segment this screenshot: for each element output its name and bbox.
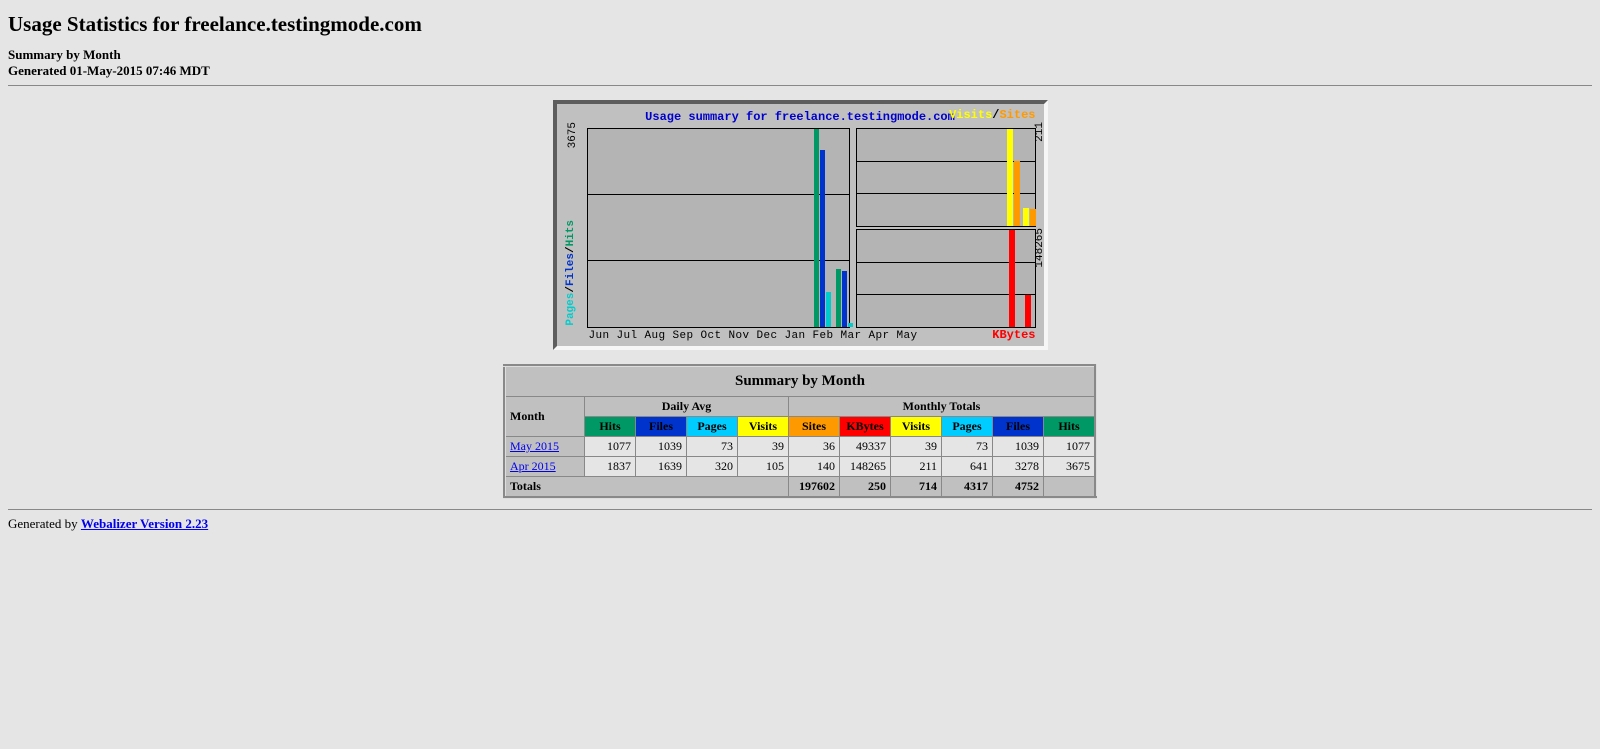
cell: 1837	[585, 457, 636, 477]
bar-sites	[1014, 161, 1020, 226]
cell: 3278	[993, 457, 1044, 477]
summary-table: Summary by Month Month Daily Avg Monthly…	[503, 364, 1097, 499]
bar-kbytes	[1025, 295, 1031, 327]
bar-files	[842, 271, 847, 327]
col-daily-hits: Hits	[585, 417, 636, 437]
bar-sites	[1030, 209, 1036, 226]
table-row: May 2015 1077 1039 73 39 36 49337 39 73 …	[505, 437, 1096, 457]
cell: 1077	[585, 437, 636, 457]
divider	[8, 509, 1592, 510]
totals-hits: 4752	[993, 477, 1044, 498]
col-files: Files	[993, 417, 1044, 437]
chart-panel-left	[587, 128, 850, 328]
table-row: Apr 2015 1837 1639 320 105 140 148265 21…	[505, 457, 1096, 477]
bar-kbytes	[1009, 230, 1015, 327]
bar-pages	[848, 323, 853, 327]
col-sites: Sites	[789, 417, 840, 437]
legend-kbytes: KBytes	[992, 328, 1035, 342]
page-title: Usage Statistics for freelance.testingmo…	[8, 12, 1592, 37]
cell: 641	[942, 457, 993, 477]
divider	[8, 85, 1592, 86]
month-link[interactable]: May 2015	[505, 437, 585, 457]
month-link[interactable]: Apr 2015	[505, 457, 585, 477]
cell: 140	[789, 457, 840, 477]
bar-hits	[836, 269, 841, 327]
cell: 105	[738, 457, 789, 477]
cell: 1039	[993, 437, 1044, 457]
chart-panel-kbytes	[856, 229, 1036, 328]
cell: 39	[891, 437, 942, 457]
table-title: Summary by Month	[505, 366, 1096, 397]
generated-line: Generated 01-May-2015 07:46 MDT	[8, 63, 1592, 79]
cell: 1077	[1044, 437, 1096, 457]
col-daily-pages: Pages	[687, 417, 738, 437]
cell: 1039	[636, 437, 687, 457]
totals-kbytes: 197602	[789, 477, 840, 498]
chart-panel-visits-sites	[856, 128, 1036, 227]
totals-pages: 714	[891, 477, 942, 498]
months-axis: Jun Jul Aug Sep Oct Nov Dec Jan Feb Mar …	[565, 330, 1036, 342]
cell: 320	[687, 457, 738, 477]
legend-visits-sites: Visits/Sites	[949, 108, 1035, 122]
webalizer-link[interactable]: Webalizer Version 2.23	[81, 516, 208, 531]
bar-visits	[1007, 129, 1013, 226]
ytick-left: 3675	[567, 122, 579, 148]
cell: 3675	[1044, 457, 1096, 477]
cell: 1639	[636, 457, 687, 477]
legend-left: Pages/Files/Hits	[565, 220, 577, 326]
cell: 36	[789, 437, 840, 457]
cell: 211	[891, 457, 942, 477]
col-visits: Visits	[891, 417, 942, 437]
footer: Generated by Webalizer Version 2.23	[8, 516, 1592, 532]
col-group-daily: Daily Avg	[585, 397, 789, 417]
col-group-monthly: Monthly Totals	[789, 397, 1096, 417]
usage-chart: Usage summary for freelance.testingmode.…	[553, 100, 1048, 350]
totals-files: 4317	[942, 477, 993, 498]
totals-visits: 250	[840, 477, 891, 498]
cell: 49337	[840, 437, 891, 457]
col-kbytes: KBytes	[840, 417, 891, 437]
cell: 73	[687, 437, 738, 457]
cell: 148265	[840, 457, 891, 477]
col-month: Month	[505, 397, 585, 437]
col-pages: Pages	[942, 417, 993, 437]
col-daily-files: Files	[636, 417, 687, 437]
cell: 73	[942, 437, 993, 457]
subtitle: Summary by Month	[8, 47, 1592, 63]
bar-files	[820, 150, 825, 327]
bar-visits	[1023, 208, 1029, 226]
col-daily-visits: Visits	[738, 417, 789, 437]
col-hits: Hits	[1044, 417, 1096, 437]
bar-hits	[814, 129, 819, 327]
cell: 39	[738, 437, 789, 457]
bar-pages	[826, 292, 831, 327]
totals-row: Totals 197602 250 714 4317 4752	[505, 477, 1096, 498]
totals-label: Totals	[505, 477, 789, 498]
